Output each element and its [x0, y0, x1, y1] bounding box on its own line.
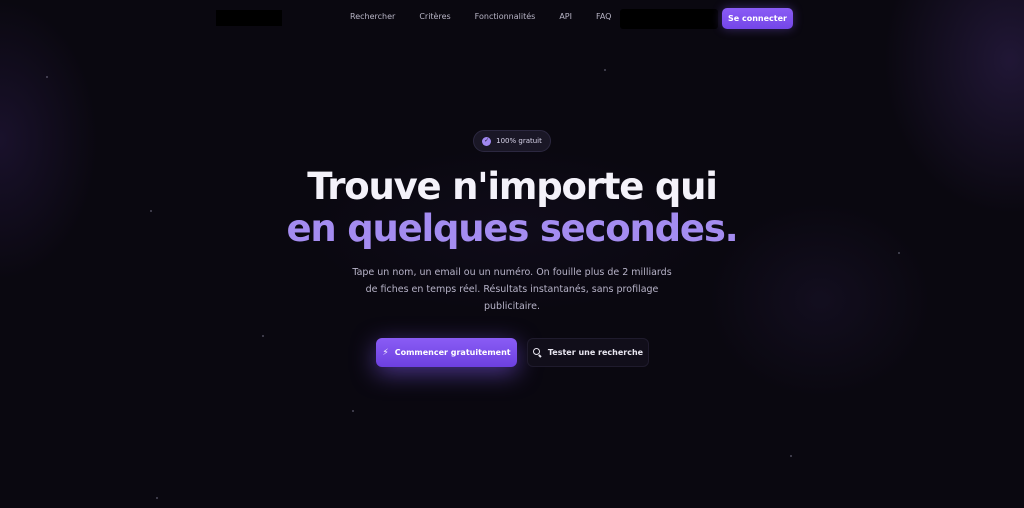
- check-circle-icon: ✓: [482, 136, 492, 146]
- star-decoration: [262, 335, 264, 337]
- try-search-button[interactable]: Tester une recherche: [527, 338, 649, 367]
- nav-link-fonctionnalites[interactable]: Fonctionnalités: [475, 12, 536, 21]
- landing-page: Rechercher Critères Fonctionnalités API …: [0, 0, 1024, 508]
- hero-headline: Trouve n'importe qui en quelques seconde…: [0, 166, 1024, 250]
- star-decoration: [46, 76, 48, 78]
- description-line: Tape un nom, un email ou un numéro. On f…: [352, 267, 672, 278]
- star-decoration: [352, 410, 354, 412]
- lightning-icon: ⚡: [382, 347, 389, 358]
- nav-redacted-block: [620, 9, 718, 29]
- star-decoration: [156, 497, 158, 499]
- try-search-label: Tester une recherche: [547, 348, 644, 357]
- top-navigation: Rechercher Critères Fonctionnalités API …: [0, 0, 1024, 36]
- nav-link-faq[interactable]: FAQ: [596, 12, 612, 21]
- nav-link-api[interactable]: API: [559, 12, 572, 21]
- star-decoration: [898, 252, 900, 254]
- description-line: publicitaire.: [484, 301, 540, 312]
- star-decoration: [790, 455, 792, 457]
- nav-links: Rechercher Critères Fonctionnalités API …: [350, 12, 635, 21]
- free-badge: ✓ 100% gratuit: [473, 130, 551, 152]
- nav-link-criteres[interactable]: Critères: [419, 12, 450, 21]
- search-icon: [532, 348, 542, 358]
- description-line: de fiches en temps réel. Résultats insta…: [365, 284, 659, 295]
- headline-line-1: Trouve n'importe qui: [307, 165, 718, 208]
- site-logo[interactable]: [216, 10, 282, 26]
- badge-label: 100% gratuit: [496, 137, 542, 145]
- start-free-button[interactable]: ⚡ Commencer gratuitement: [376, 338, 517, 367]
- star-decoration: [604, 69, 606, 71]
- hero-description: Tape un nom, un email ou un numéro. On f…: [352, 264, 672, 315]
- login-button[interactable]: Se connecter: [722, 8, 793, 29]
- nav-link-rechercher[interactable]: Rechercher: [350, 12, 395, 21]
- headline-line-2: en quelques secondes.: [286, 207, 738, 250]
- start-free-label: Commencer gratuitement: [394, 348, 511, 357]
